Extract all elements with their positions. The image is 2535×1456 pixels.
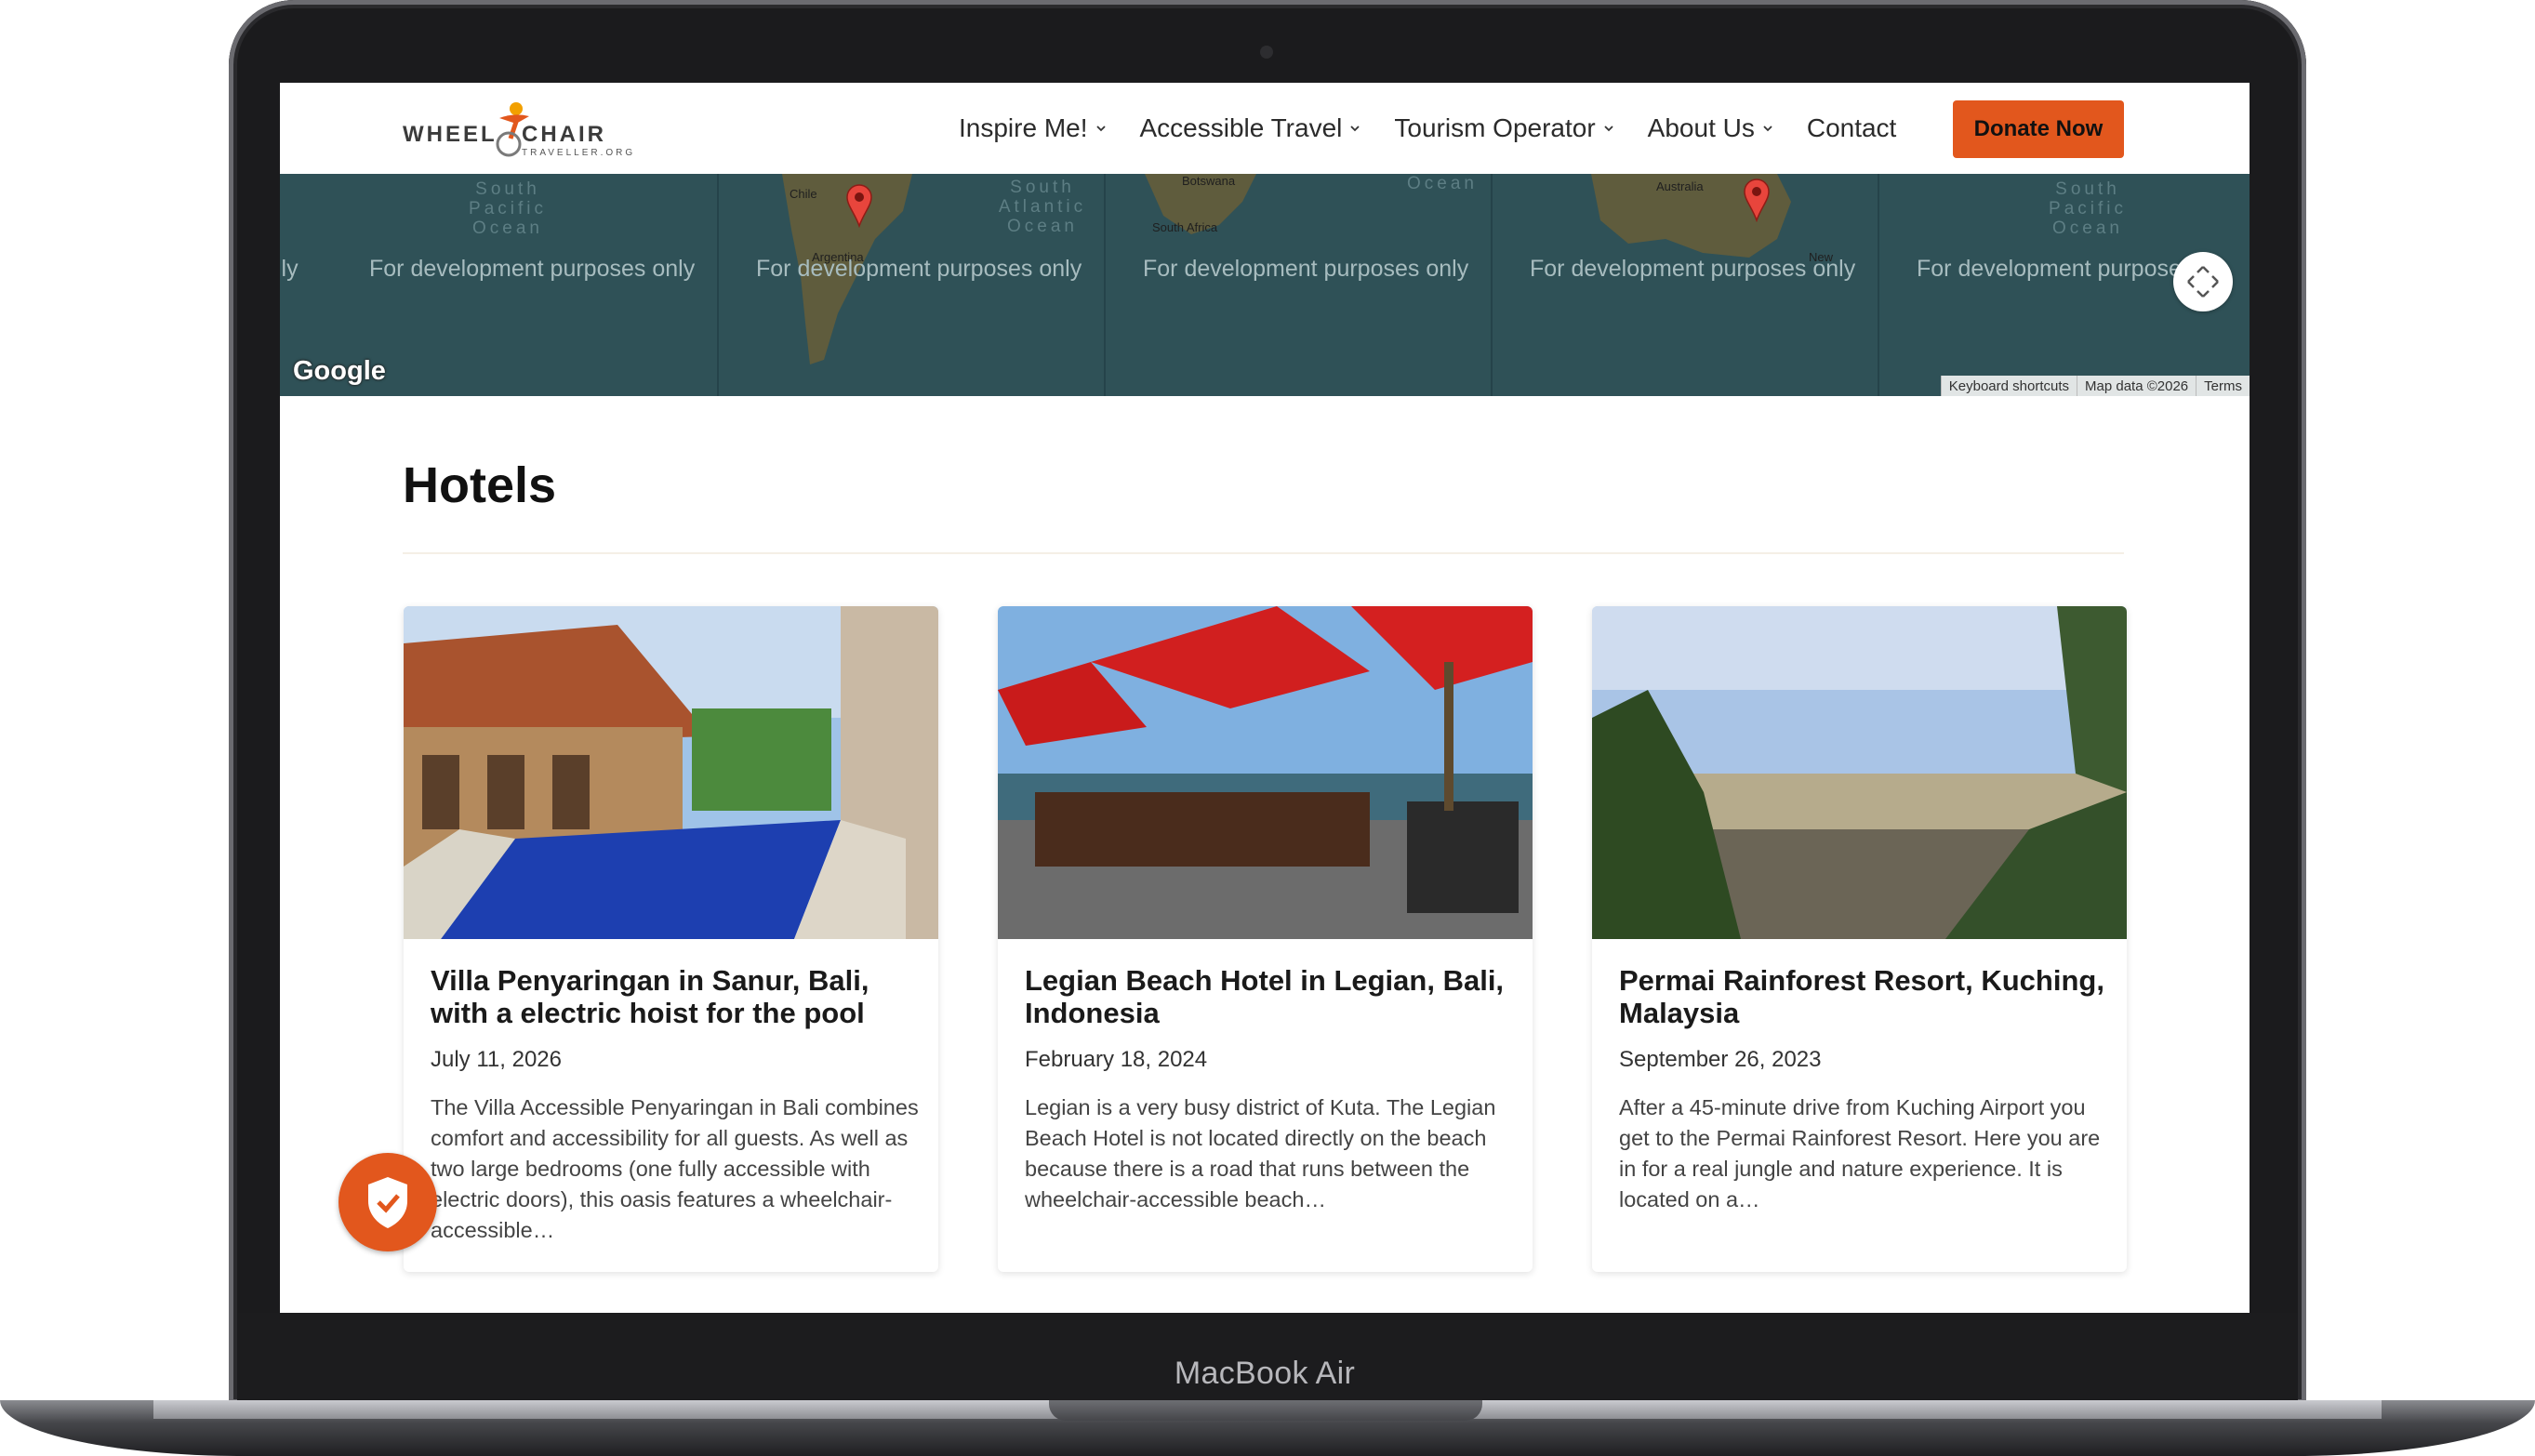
ocean-label: South Atlantic Ocean xyxy=(998,178,1087,236)
hotel-card-excerpt: Legian is a very busy district of Kuta. … xyxy=(1025,1095,1496,1211)
main-nav: Inspire Me! Accessible Travel Tourism Op… xyxy=(959,83,1896,174)
nav-item-label: Accessible Travel xyxy=(1139,113,1343,142)
nav-item-inspire-me[interactable]: Inspire Me! xyxy=(959,113,1107,143)
nav-item-label: Tourism Operator xyxy=(1394,113,1596,142)
hotel-card[interactable]: Villa Penyaringan in Sanur, Bali, with a… xyxy=(404,606,938,1272)
site-logo[interactable]: WHEEL CHAIR TRAVELLER.ORG xyxy=(403,99,644,159)
map-dev-watermark: For development purposes only xyxy=(1530,256,1856,282)
map-dev-watermark: For development purposes only xyxy=(756,256,1082,282)
hotel-card[interactable]: Permai Rainforest Resort, Kuching, Malay… xyxy=(1592,606,2127,1272)
hotel-card-excerpt: The Villa Accessible Penyaringan in Bali… xyxy=(431,1095,919,1242)
keyboard-shortcuts-link[interactable]: Keyboard shortcuts xyxy=(1940,376,2077,396)
ocean-label: South Pacific Ocean xyxy=(2049,179,2127,238)
terms-link[interactable]: Terms xyxy=(2196,376,2250,396)
hotel-card-title[interactable]: Legian Beach Hotel in Legian, Bali, Indo… xyxy=(1025,964,1513,1029)
device-brand-label: MacBook Air xyxy=(1174,1356,1356,1391)
chevron-down-icon xyxy=(1604,126,1613,132)
hotel-card-date: September 26, 2023 xyxy=(1619,1047,1822,1072)
country-label: Australia xyxy=(1656,179,1704,193)
nav-item-tourism-operator[interactable]: Tourism Operator xyxy=(1394,113,1613,143)
map-tile-seam xyxy=(1878,174,1879,396)
map-dev-watermark: For development purpose xyxy=(1917,256,2182,282)
map-attribution: Keyboard shortcuts Map data ©2026 Terms xyxy=(1940,376,2250,396)
ocean-label: South Pacific Ocean xyxy=(469,179,547,238)
chevron-down-icon xyxy=(1095,126,1106,132)
country-label: South Africa xyxy=(1152,220,1218,234)
hotel-card-excerpt: After a 45-minute drive from Kuching Air… xyxy=(1619,1095,2101,1211)
hotel-map[interactable]: South Pacific Ocean South Atlantic Ocean… xyxy=(280,174,2250,396)
chevron-down-icon xyxy=(1763,126,1772,132)
map-data-label: Map data ©2026 xyxy=(2077,376,2196,396)
hotel-image-beach-umbrellas[interactable] xyxy=(998,606,1533,939)
map-tile-seam xyxy=(1491,174,1493,396)
country-label: Botswana xyxy=(1182,174,1236,188)
fullscreen-icon xyxy=(2187,266,2219,298)
map-dev-watermark: ily xyxy=(280,256,299,282)
nav-item-about-us[interactable]: About Us xyxy=(1648,113,1773,143)
country-label: Chile xyxy=(790,187,817,201)
map-pin-icon[interactable] xyxy=(845,183,873,228)
donate-now-button[interactable]: Donate Now xyxy=(1953,100,2124,158)
hotel-image-pool-villa[interactable] xyxy=(404,606,938,939)
chevron-down-icon xyxy=(1350,126,1360,132)
map-fullscreen-button[interactable] xyxy=(2173,252,2233,311)
map-dev-watermark: For development purposes only xyxy=(1143,256,1469,282)
shield-check-icon xyxy=(368,1177,407,1228)
map-tile-seam xyxy=(717,174,719,396)
laptop-notch xyxy=(1049,1400,1482,1421)
logo-word-wheel: WHEEL xyxy=(403,122,498,147)
nav-item-accessible-travel[interactable]: Accessible Travel xyxy=(1140,113,1361,143)
logo-word-chair: CHAIR xyxy=(522,122,606,147)
hotel-card[interactable]: Legian Beach Hotel in Legian, Bali, Indo… xyxy=(998,606,1533,1272)
webcam xyxy=(1260,46,1273,59)
hotel-image-rainforest-coast[interactable] xyxy=(1592,606,2127,939)
logo-subtitle: TRAVELLER.ORG xyxy=(522,148,636,158)
nav-item-label: About Us xyxy=(1647,113,1755,142)
nav-item-label: Contact xyxy=(1806,113,1897,142)
nav-item-label: Inspire Me! xyxy=(959,113,1088,142)
hotel-card-title[interactable]: Permai Rainforest Resort, Kuching, Malay… xyxy=(1619,964,2107,1029)
map-tile-seam xyxy=(1104,174,1106,396)
ocean-label: Ocean xyxy=(1407,174,1478,193)
map-pin-icon[interactable] xyxy=(1743,178,1771,222)
map-dev-watermark: For development purposes only xyxy=(369,256,696,282)
section-title-hotels: Hotels xyxy=(403,457,557,513)
hotel-card-title[interactable]: Villa Penyaringan in Sanur, Bali, with a… xyxy=(431,964,919,1029)
browser-viewport: WHEEL CHAIR TRAVELLER.ORG Inspire Me! Ac… xyxy=(280,83,2250,1313)
hotel-card-date: February 18, 2024 xyxy=(1025,1047,1208,1072)
site-header: WHEEL CHAIR TRAVELLER.ORG Inspire Me! Ac… xyxy=(280,83,2250,175)
section-divider xyxy=(403,552,2124,554)
nav-item-contact[interactable]: Contact xyxy=(1807,113,1897,143)
hotel-card-date: July 11, 2026 xyxy=(431,1047,562,1072)
privacy-settings-button[interactable] xyxy=(338,1153,437,1251)
google-logo: Google xyxy=(293,356,386,386)
